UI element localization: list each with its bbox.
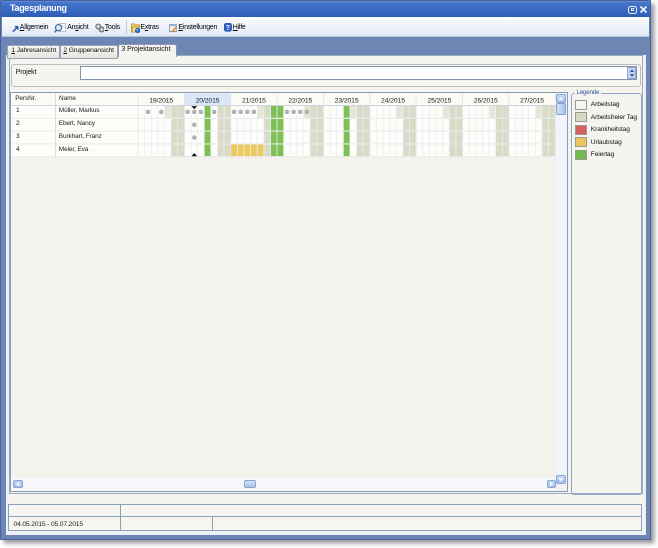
svg-text:?: ? bbox=[226, 25, 230, 32]
svg-text:19/2015: 19/2015 bbox=[149, 98, 173, 105]
svg-text:23/2015: 23/2015 bbox=[335, 98, 359, 105]
svg-text:25/2015: 25/2015 bbox=[427, 98, 451, 105]
svg-text:24/2015: 24/2015 bbox=[381, 98, 405, 105]
svg-text:20/2015: 20/2015 bbox=[196, 98, 220, 105]
svg-text:22/2015: 22/2015 bbox=[288, 98, 312, 105]
svg-text:26/2015: 26/2015 bbox=[474, 98, 498, 105]
svg-text:27/2015: 27/2015 bbox=[520, 98, 544, 105]
svg-text:21/2015: 21/2015 bbox=[242, 98, 266, 105]
